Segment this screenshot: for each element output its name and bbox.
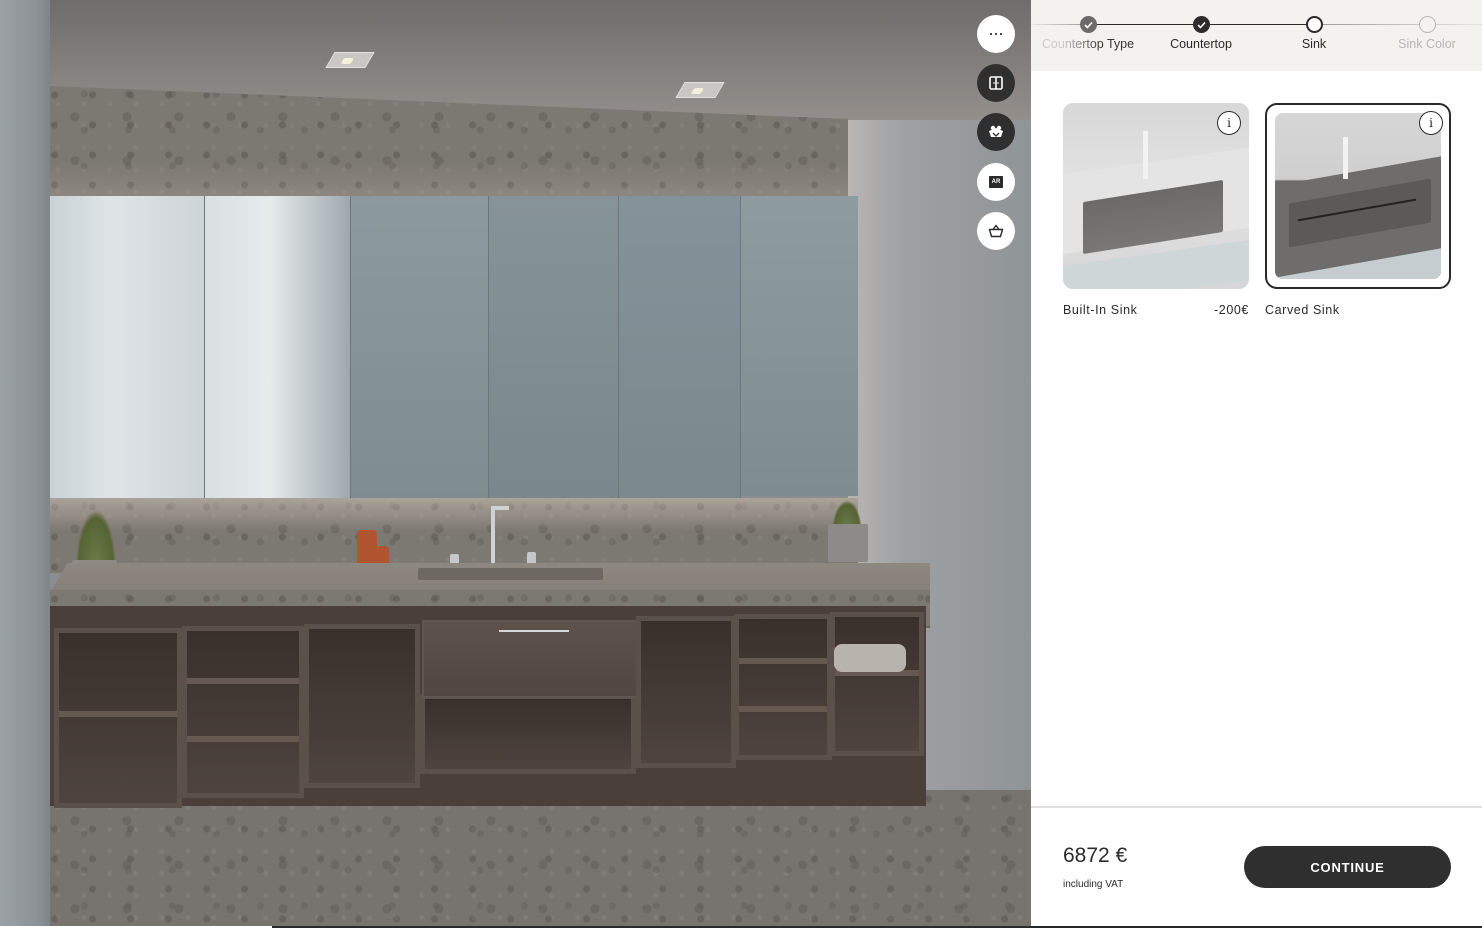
option-thumbnail[interactable]: i [1063,103,1249,289]
cabinet-shelf [739,658,827,664]
step-countertop[interactable]: Countertop [1141,16,1261,51]
option-carved-sink[interactable]: i Carved Sink [1265,103,1451,317]
total-price: 6872 € [1063,844,1128,867]
configuration-panel: Countertop Type Countertop Sink Sink Col… [1031,0,1482,928]
folded-towel [834,644,906,672]
faucet-render [1143,131,1148,179]
cabinet-shelf [187,678,299,684]
cabinet-cubby [734,614,832,760]
option-thumbnail-selected[interactable]: i [1265,103,1451,289]
ar-icon: AR [989,176,1003,188]
step-completed-indicator [1192,16,1210,33]
more-options-button[interactable] [977,15,1015,53]
cabinet-shelf [739,706,827,712]
progress-stepper: Countertop Type Countertop Sink Sink Col… [1031,0,1482,71]
sink-options: i Built-In Sink -200€ i Carved Sink [1063,103,1451,317]
basket-button[interactable] [977,212,1015,250]
floor [50,790,1031,926]
faucet [491,510,495,568]
info-button[interactable]: i [1217,111,1241,135]
drawer-handle [499,630,569,632]
more-horizontal-icon [989,32,1003,36]
left-wall [0,0,50,926]
checkmark-icon [1196,21,1206,29]
faucet-spout [491,506,509,510]
carved-sink-image [1275,113,1441,279]
cabinet-cubby [420,694,636,774]
step-completed-indicator [1079,16,1097,33]
step-current-indicator [1305,16,1323,33]
info-button[interactable]: i [1419,111,1443,135]
mirror-panel [741,196,858,496]
cabinet-shelf [59,711,177,717]
plant [76,510,116,565]
step-label: Sink [1301,37,1327,51]
cabinet-cubby [304,624,420,788]
accessories-button[interactable] [977,113,1015,151]
mirror-panel [50,196,205,506]
vanity-cabinet [50,606,926,808]
cabinet-shelf [187,736,299,742]
plant-pot [828,524,868,562]
option-built-in-sink[interactable]: i Built-In Sink -200€ [1063,103,1249,317]
cabinet-cubby [636,616,736,768]
option-name: Carved Sink [1265,303,1340,317]
continue-button[interactable]: CONTINUE [1244,846,1451,888]
cabinet-cubby [830,612,924,756]
step-label: Sink Color [1398,37,1456,51]
ar-button[interactable]: AR [977,163,1015,201]
cabinet-drawer [422,620,638,698]
decor-accessories-icon [989,125,1003,137]
cabinet-cubby [54,628,182,808]
step-label: Countertop Type [1028,37,1148,51]
mirror-panel [205,196,351,506]
step-sink[interactable]: Sink [1254,16,1374,51]
cabinet-doors-icon [989,76,1003,90]
cabinet-view-button[interactable] [977,64,1015,102]
step-countertop-type[interactable]: Countertop Type [1028,16,1148,51]
basket-icon [988,224,1004,238]
checkmark-icon [1083,21,1093,29]
mirror-cabinet [50,196,858,510]
mirror-panel [619,196,741,498]
carved-sink [418,568,603,580]
configurator-viewport[interactable]: AR [0,0,1031,926]
vat-note: including VAT [1063,879,1124,890]
step-upcoming-indicator [1418,16,1436,33]
faucet-render [1343,137,1348,179]
option-name: Built-In Sink [1063,303,1138,317]
step-label: Countertop [1170,37,1232,51]
mirror-panel [351,196,489,502]
step-sink-color[interactable]: Sink Color [1367,16,1482,51]
mirror-panel [489,196,619,500]
cabinet-cubby [182,626,304,798]
option-price: -200€ [1214,303,1249,317]
price-footer: 6872 € including VAT CONTINUE [1031,806,1482,928]
